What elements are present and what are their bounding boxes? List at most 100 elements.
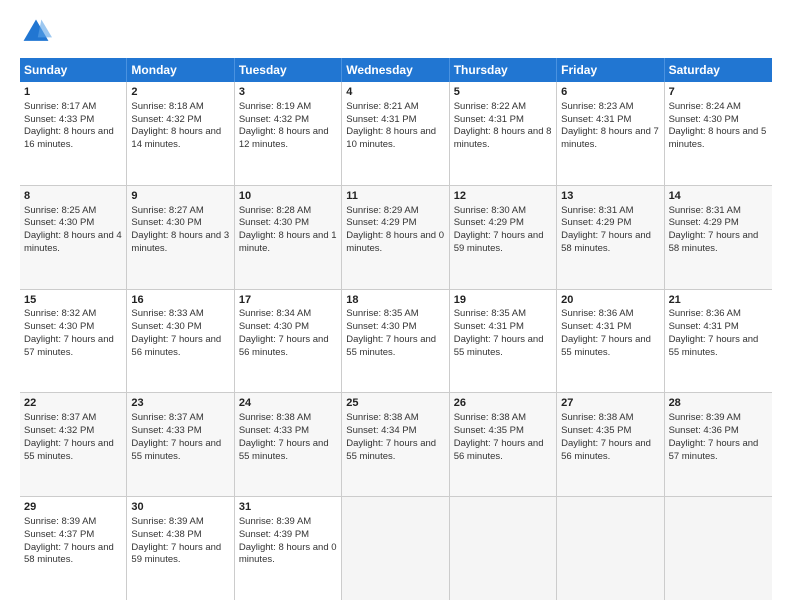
table-row: 28Sunrise: 8:39 AMSunset: 4:36 PMDayligh… <box>665 393 772 496</box>
sunset: Sunset: 4:31 PM <box>669 321 739 332</box>
daylight: Daylight: 8 hours and 10 minutes. <box>346 126 436 150</box>
sunrise: Sunrise: 8:38 AM <box>454 412 526 423</box>
daylight: Daylight: 8 hours and 0 minutes. <box>239 542 337 566</box>
sunset: Sunset: 4:29 PM <box>454 217 524 228</box>
sunrise: Sunrise: 8:19 AM <box>239 101 311 112</box>
day-number: 8 <box>24 189 122 204</box>
daylight: Daylight: 8 hours and 7 minutes. <box>561 126 659 150</box>
table-row: 24Sunrise: 8:38 AMSunset: 4:33 PMDayligh… <box>235 393 342 496</box>
table-row: 14Sunrise: 8:31 AMSunset: 4:29 PMDayligh… <box>665 186 772 289</box>
table-row <box>665 497 772 600</box>
day-number: 24 <box>239 396 337 411</box>
day-number: 13 <box>561 189 659 204</box>
day-number: 16 <box>131 293 229 308</box>
sunrise: Sunrise: 8:38 AM <box>239 412 311 423</box>
sunset: Sunset: 4:35 PM <box>454 425 524 436</box>
sunset: Sunset: 4:31 PM <box>454 321 524 332</box>
day-number: 6 <box>561 85 659 100</box>
table-row: 7Sunrise: 8:24 AM Sunset: 4:30 PMDaylight… <box>665 82 772 185</box>
day-number: 11 <box>346 189 444 204</box>
table-row: 27Sunrise: 8:38 AMSunset: 4:35 PMDayligh… <box>557 393 664 496</box>
sunrise: Sunrise: 8:25 AM <box>24 205 96 216</box>
sunrise: Sunrise: 8:38 AM <box>346 412 418 423</box>
day-number: 25 <box>346 396 444 411</box>
daylight: Daylight: 8 hours and 14 minutes. <box>131 126 221 150</box>
calendar: SundayMondayTuesdayWednesdayThursdayFrid… <box>20 58 772 600</box>
calendar-week-2: 8Sunrise: 8:25 AMSunset: 4:30 PMDaylight… <box>20 186 772 290</box>
calendar-week-4: 22Sunrise: 8:37 AMSunset: 4:32 PMDayligh… <box>20 393 772 497</box>
table-row: 23Sunrise: 8:37 AMSunset: 4:33 PMDayligh… <box>127 393 234 496</box>
sunrise: Sunrise: 8:29 AM <box>346 205 418 216</box>
day-number: 7 <box>669 85 768 100</box>
daylight: Daylight: 7 hours and 56 minutes. <box>131 334 221 358</box>
daylight: Daylight: 7 hours and 57 minutes. <box>24 334 114 358</box>
sunset: Sunset: 4:37 PM <box>24 529 94 540</box>
sunrise: Sunrise: 8:37 AM <box>131 412 203 423</box>
calendar-body: 1Sunrise: 8:17 AMSunset: 4:33 PMDaylight… <box>20 82 772 600</box>
table-row: 8Sunrise: 8:25 AMSunset: 4:30 PM Daylight… <box>20 186 127 289</box>
day-number: 17 <box>239 293 337 308</box>
table-row: 6Sunrise: 8:23 AMSunset: 4:31 PMDaylight… <box>557 82 664 185</box>
page: SundayMondayTuesdayWednesdayThursdayFrid… <box>0 0 792 612</box>
daylight: Daylight: 8 hours and 4 minutes. <box>24 230 122 254</box>
sunrise: Sunrise: 8:37 AM <box>24 412 96 423</box>
table-row: 20Sunrise: 8:36 AMSunset: 4:31 PMDayligh… <box>557 290 664 393</box>
table-row: 9Sunrise: 8:27 AMSunset: 4:30 PMDaylight… <box>127 186 234 289</box>
daylight: Daylight: 8 hours and 0 minutes. <box>346 230 444 254</box>
sunrise: Sunrise: 8:39 AM <box>24 516 96 527</box>
sunset: Sunset: 4:30 PM <box>239 217 309 228</box>
daylight: Daylight: 7 hours and 58 minutes. <box>669 230 759 254</box>
sunrise: Sunrise: 8:23 AM <box>561 101 633 112</box>
daylight: Daylight: 7 hours and 55 minutes. <box>24 438 114 462</box>
sunrise: Sunrise: 8:39 AM <box>669 412 741 423</box>
sunset: Sunset: 4:39 PM <box>239 529 309 540</box>
day-number: 20 <box>561 293 659 308</box>
table-row: 19Sunrise: 8:35 AMSunset: 4:31 PMDayligh… <box>450 290 557 393</box>
header-day-saturday: Saturday <box>665 58 772 82</box>
day-number: 31 <box>239 500 337 515</box>
table-row: 15Sunrise: 8:32 AMSunset: 4:30 PMDayligh… <box>20 290 127 393</box>
sunrise: Sunrise: 8:24 AM <box>669 101 741 112</box>
sunset: Sunset: 4:30 PM <box>24 217 94 228</box>
day-number: 15 <box>24 293 122 308</box>
sunset: Sunset: 4:30 PM <box>669 114 739 125</box>
table-row: 16Sunrise: 8:33 AMSunset: 4:30 PMDayligh… <box>127 290 234 393</box>
sunset: Sunset: 4:38 PM <box>131 529 201 540</box>
table-row: 18Sunrise: 8:35 AMSunset: 4:30 PMDayligh… <box>342 290 449 393</box>
sunset: Sunset: 4:36 PM <box>669 425 739 436</box>
header-day-sunday: Sunday <box>20 58 127 82</box>
daylight: Daylight: 8 hours and 8 minutes. <box>454 126 552 150</box>
table-row: 2Sunrise: 8:18 AM Sunset: 4:32 PMDaylight… <box>127 82 234 185</box>
header-day-tuesday: Tuesday <box>235 58 342 82</box>
sunset: Sunset: 4:31 PM <box>346 114 416 125</box>
table-row: 4Sunrise: 8:21 AMSunset: 4:31 PMDaylight… <box>342 82 449 185</box>
day-number: 28 <box>669 396 768 411</box>
day-number: 5 <box>454 85 552 100</box>
day-number: 26 <box>454 396 552 411</box>
daylight: Daylight: 7 hours and 59 minutes. <box>131 542 221 566</box>
sunset: Sunset: 4:30 PM <box>239 321 309 332</box>
sunset: Sunset: 4:32 PM <box>239 114 309 125</box>
daylight: Daylight: 8 hours and 1 minute. <box>239 230 337 254</box>
sunrise: Sunrise: 8:33 AM <box>131 308 203 319</box>
sunrise: Sunrise: 8:39 AM <box>131 516 203 527</box>
day-number: 3 <box>239 85 337 100</box>
table-row: 1Sunrise: 8:17 AMSunset: 4:33 PMDaylight… <box>20 82 127 185</box>
sunrise: Sunrise: 8:18 AM <box>131 101 203 112</box>
logo <box>20 16 56 48</box>
header-day-friday: Friday <box>557 58 664 82</box>
sunrise: Sunrise: 8:31 AM <box>561 205 633 216</box>
daylight: Daylight: 8 hours and 5 minutes. <box>669 126 767 150</box>
day-number: 12 <box>454 189 552 204</box>
sunset: Sunset: 4:32 PM <box>131 114 201 125</box>
sunset: Sunset: 4:35 PM <box>561 425 631 436</box>
sunset: Sunset: 4:32 PM <box>24 425 94 436</box>
sunset: Sunset: 4:33 PM <box>24 114 94 125</box>
daylight: Daylight: 8 hours and 16 minutes. <box>24 126 114 150</box>
daylight: Daylight: 8 hours and 3 minutes. <box>131 230 229 254</box>
sunrise: Sunrise: 8:35 AM <box>454 308 526 319</box>
calendar-week-3: 15Sunrise: 8:32 AMSunset: 4:30 PMDayligh… <box>20 290 772 394</box>
sunset: Sunset: 4:31 PM <box>454 114 524 125</box>
day-number: 2 <box>131 85 229 100</box>
sunrise: Sunrise: 8:31 AM <box>669 205 741 216</box>
